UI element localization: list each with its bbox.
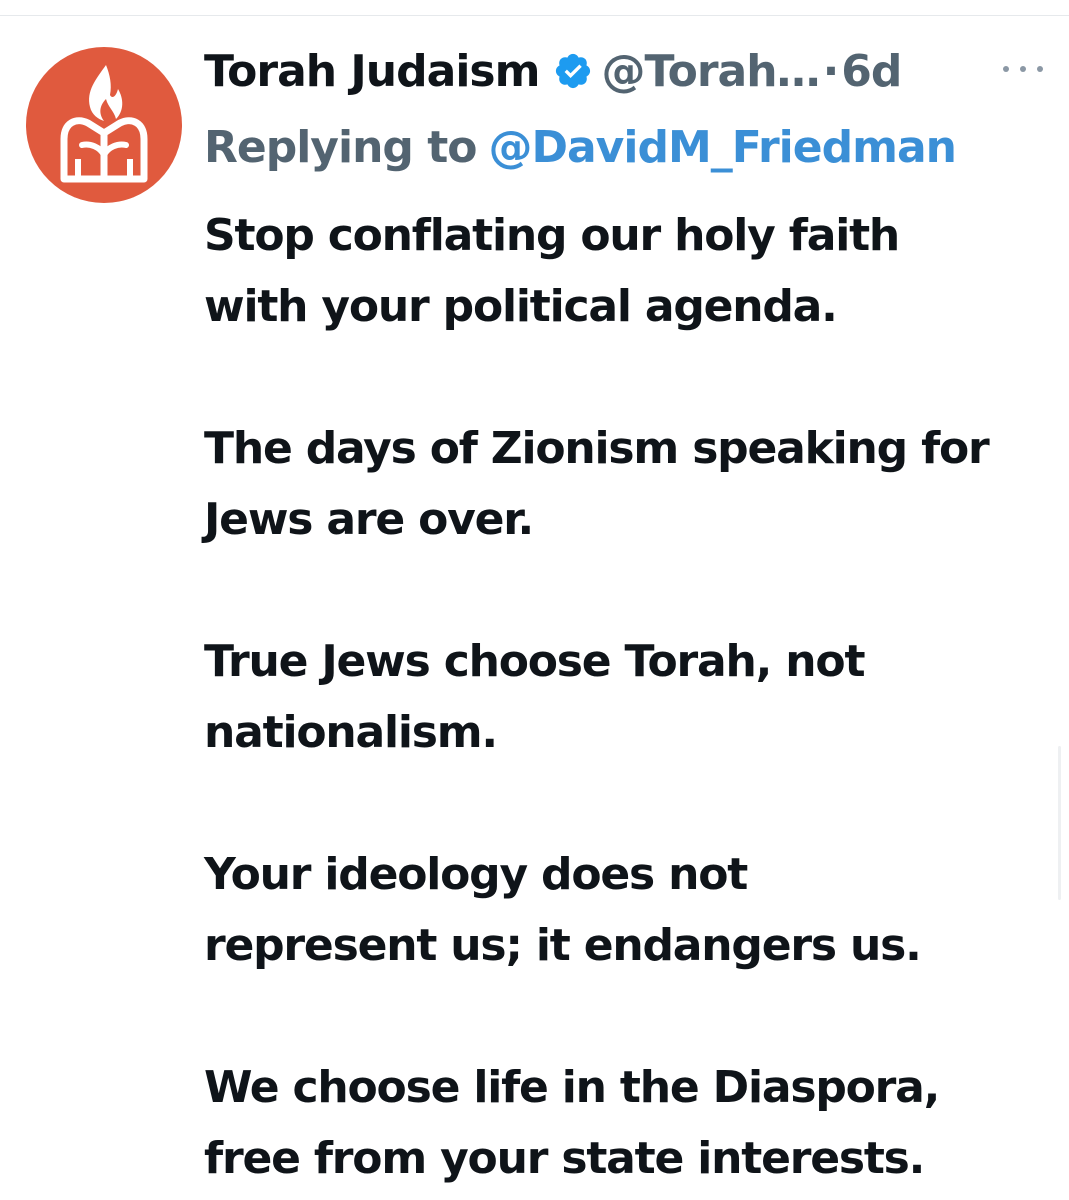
tweet-paragraph: We choose life in the Diaspora, free fro… xyxy=(204,1062,940,1184)
tweet-text: Stop conflating our holy faith with your… xyxy=(204,200,1054,1194)
top-divider xyxy=(0,15,1069,16)
replying-to: Replying to @DavidM_Friedman xyxy=(204,116,957,178)
torah-judaism-logo-icon xyxy=(60,65,148,183)
dot-separator: · xyxy=(822,45,840,97)
verified-badge-icon[interactable] xyxy=(553,51,593,91)
tweet-paragraph: Stop conflating our holy faith with your… xyxy=(204,210,900,332)
author-display-name[interactable]: Torah Judaism xyxy=(204,46,540,97)
tweet-paragraph: True Jews choose Torah, not nationalism. xyxy=(204,636,865,758)
timestamp[interactable]: 6d xyxy=(841,46,902,97)
tweet-paragraph: Your ideology does not represent us; it … xyxy=(204,849,922,971)
more-options-icon[interactable] xyxy=(1003,56,1043,82)
replying-to-mention-link[interactable]: @DavidM_Friedman xyxy=(488,122,956,173)
scrollbar[interactable] xyxy=(1058,746,1061,900)
tweet-paragraph: The days of Zionism speaking for Jews ar… xyxy=(204,423,990,545)
replying-to-label: Replying to xyxy=(204,121,477,173)
tweet-header: Torah Judaism @Torah… · 6d xyxy=(204,38,902,104)
author-handle[interactable]: @Torah… xyxy=(601,46,820,97)
avatar[interactable] xyxy=(26,47,182,203)
